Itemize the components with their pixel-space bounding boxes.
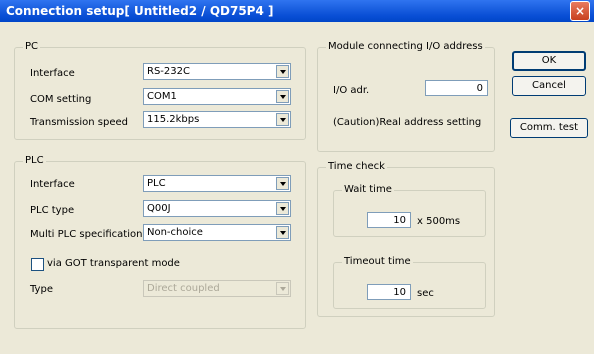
pc-com-select[interactable]: COM1 xyxy=(143,88,291,105)
got-type-value: Direct coupled xyxy=(147,283,220,294)
plc-multi-label: Multi PLC specification xyxy=(30,229,143,240)
chevron-down-icon[interactable] xyxy=(276,113,289,126)
pc-interface-select[interactable]: RS-232C xyxy=(143,63,291,80)
module-io-group: Module connecting I/O address xyxy=(317,41,495,152)
module-io-legend: Module connecting I/O address xyxy=(326,41,485,52)
plc-type-value: Q00J xyxy=(147,203,171,214)
wait-time-value: 10 xyxy=(393,215,406,226)
wait-time-unit: x 500ms xyxy=(417,216,461,227)
cancel-button[interactable]: Cancel xyxy=(512,76,586,96)
plc-type-select[interactable]: Q00J xyxy=(143,200,291,217)
title-bar: Connection setup[ Untitled2 / QD75P4 ] × xyxy=(0,0,594,22)
plc-multi-value: Non-choice xyxy=(147,227,203,238)
comm-test-button[interactable]: Comm. test xyxy=(510,118,588,138)
pc-speed-value: 115.2kbps xyxy=(147,114,200,125)
plc-interface-value: PLC xyxy=(147,178,166,189)
chevron-down-icon[interactable] xyxy=(276,226,289,239)
timeout-time-value: 10 xyxy=(393,287,406,298)
plc-type-label: PLC type xyxy=(30,205,75,216)
pc-interface-label: Interface xyxy=(30,68,75,79)
io-address-label: I/O adr. xyxy=(333,85,370,96)
connection-setup-dialog: Connection setup[ Untitled2 / QD75P4 ] ×… xyxy=(0,0,594,354)
chevron-down-icon[interactable] xyxy=(276,177,289,190)
chevron-down-icon[interactable] xyxy=(276,90,289,103)
timeout-time-legend: Timeout time xyxy=(342,256,413,267)
chevron-down-icon[interactable] xyxy=(276,65,289,78)
timeout-time-unit: sec xyxy=(417,288,434,299)
plc-multi-select[interactable]: Non-choice xyxy=(143,224,291,241)
time-check-legend: Time check xyxy=(326,161,387,172)
timeout-time-input[interactable]: 10 xyxy=(367,284,411,300)
close-icon[interactable]: × xyxy=(570,1,590,21)
got-type-label: Type xyxy=(30,284,53,295)
pc-com-value: COM1 xyxy=(147,91,177,102)
chevron-down-icon xyxy=(276,282,289,295)
io-address-value: 0 xyxy=(476,83,483,94)
got-type-select: Direct coupled xyxy=(143,280,291,297)
got-transparent-label[interactable]: via GOT transparent mode xyxy=(47,258,180,269)
window-title: Connection setup[ Untitled2 / QD75P4 ] xyxy=(6,4,274,18)
caution-text: (Caution)Real address setting xyxy=(333,117,482,128)
pc-speed-select[interactable]: 115.2kbps xyxy=(143,111,291,128)
plc-group-legend: PLC xyxy=(23,155,46,166)
plc-interface-select[interactable]: PLC xyxy=(143,175,291,192)
ok-button[interactable]: OK xyxy=(512,51,586,71)
wait-time-legend: Wait time xyxy=(342,184,394,195)
chevron-down-icon[interactable] xyxy=(276,202,289,215)
plc-interface-label: Interface xyxy=(30,179,75,190)
io-address-input[interactable]: 0 xyxy=(425,80,488,96)
pc-group-legend: PC xyxy=(23,41,41,52)
pc-interface-value: RS-232C xyxy=(147,66,190,77)
pc-com-label: COM setting xyxy=(30,94,92,105)
wait-time-input[interactable]: 10 xyxy=(367,212,411,228)
pc-speed-label: Transmission speed xyxy=(30,117,128,128)
got-transparent-checkbox[interactable] xyxy=(31,258,44,271)
